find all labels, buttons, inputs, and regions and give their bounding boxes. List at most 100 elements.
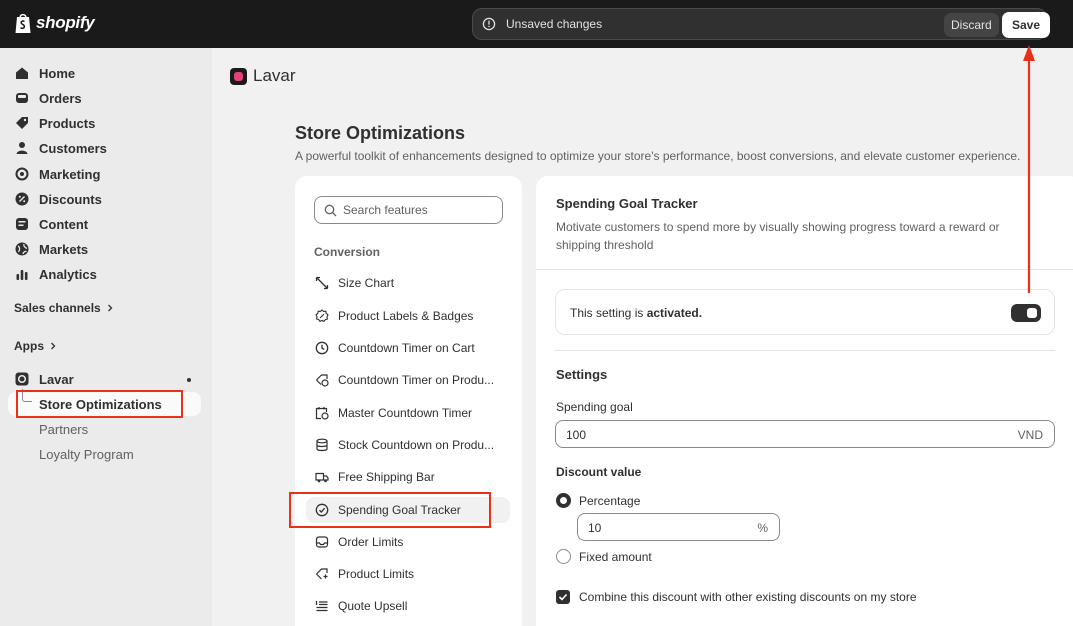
unsaved-changes-text: Unsaved changes [506,17,603,31]
sidebar-item-label: Marketing [39,166,101,182]
content-icon [16,218,28,230]
sidebar-item-markets[interactable]: Markets [14,238,88,260]
tag-clock-icon [316,374,329,387]
spending-goal-label: Spending goal [556,400,633,414]
top-bar: shopify Unsaved changes Discard Save [0,0,1073,48]
feature-free-shipping-bar[interactable]: Free Shipping Bar [306,464,510,490]
activation-prefix: This setting is [570,306,647,320]
chevron-right-icon [51,342,56,350]
sales-channels-label: Sales channels [14,301,101,315]
feature-label: Master Countdown Timer [338,406,473,420]
feature-label: Stock Countdown on Produ... [338,438,495,452]
discard-button[interactable]: Discard [944,13,999,37]
percent-suffix: % [757,521,768,535]
person-icon [16,142,28,154]
feature-label: Countdown Timer on Cart [338,341,475,355]
feature-label: Product Labels & Badges [338,309,474,323]
save-button[interactable]: Save [1002,12,1051,38]
home-icon [16,67,28,79]
search-input[interactable] [343,201,493,219]
highlight-box-store-optimizations [16,390,183,418]
sidebar-item-marketing[interactable]: Marketing [14,163,100,185]
settings-heading: Settings [556,367,608,382]
app-title: Lavar [253,66,296,85]
sidebar-item-label: Products [39,115,96,131]
radio-fixed-amount-label[interactable]: Fixed amount [579,550,652,564]
feature-label: Quote Upsell [338,599,408,613]
feature-label: Free Shipping Bar [338,470,435,484]
spending-goal-input[interactable]: 100 VND [555,420,1055,448]
sidebar-item-label: Content [39,216,89,232]
pin-indicator-dot [187,378,191,382]
detail-description: Motivate customers to spend more by visu… [556,220,1000,252]
calendar-clock-icon [315,407,329,420]
sidebar-item-content[interactable]: Content [14,213,88,235]
unsaved-changes-bar: Unsaved changes Discard Save [472,8,1051,40]
percentage-input[interactable]: 10 % [577,513,780,541]
sidebar-item-discounts[interactable]: Discounts [14,188,102,210]
sidebar: Home Orders Products Customers Marketing… [0,48,212,626]
feature-label: Countdown Timer on Produ... [338,373,495,387]
search-field[interactable] [314,196,503,224]
alert-circle-icon [482,17,496,31]
badge-icon [315,309,329,323]
shopify-logo[interactable]: shopify [14,12,95,34]
sidebar-item-customers[interactable]: Customers [14,137,107,159]
globe-icon [15,242,29,256]
sidebar-item-label: Discounts [39,191,102,207]
target-icon [15,167,29,181]
tag-icon [16,117,28,129]
sidebar-item-analytics[interactable]: Analytics [14,263,97,285]
radio-percentage[interactable] [556,493,571,508]
search-icon [324,204,337,217]
sidebar-item-products[interactable]: Products [14,112,95,134]
feature-label: Product Limits [338,567,415,581]
feature-size-chart[interactable]: Size Chart [306,270,510,296]
shopify-bag-icon [15,13,31,33]
feature-label: Order Limits [338,535,404,549]
orders-icon [16,93,28,103]
database-icon [316,438,328,452]
sidebar-item-lavar[interactable]: Lavar [14,368,74,390]
feature-master-countdown[interactable]: Master Countdown Timer [306,400,510,426]
page-subtitle: A powerful toolkit of enhancements desig… [295,149,1021,163]
truck-icon [315,472,329,483]
tag-limit-icon [316,568,328,580]
sidebar-item-orders[interactable]: Orders [14,87,82,109]
spending-goal-value: 100 [566,428,587,442]
discount-value-heading: Discount value [556,465,642,479]
sidebar-item-label: Home [39,65,76,81]
features-card: Conversion Size Chart Product Labels & B… [295,176,522,626]
feature-stock-countdown[interactable]: Stock Countdown on Produ... [306,432,510,458]
highlight-box-spending-goal [289,492,491,528]
feature-order-limits[interactable]: Order Limits [306,529,510,555]
sidebar-item-label: Customers [39,140,107,156]
activation-toggle[interactable] [1011,304,1041,322]
group-label-conversion: Conversion [314,245,381,259]
apps-link[interactable]: Apps [14,339,57,353]
feature-countdown-product[interactable]: Countdown Timer on Produ... [306,367,510,393]
bar-chart-icon [16,270,28,280]
clock-icon [315,341,329,355]
feature-product-limits[interactable]: Product Limits [306,561,510,587]
sidebar-subitem-partners[interactable]: Partners [39,422,88,437]
apps-label: Apps [14,339,44,353]
combine-discount-checkbox[interactable] [556,590,570,604]
divider [536,269,1073,270]
feature-quote-upsell[interactable]: Quote Upsell [306,593,510,619]
sidebar-item-label: Analytics [39,266,97,282]
lavar-app-icon [15,372,29,386]
inbox-icon [315,536,329,548]
sidebar-item-home[interactable]: Home [14,62,75,84]
radio-percentage-label[interactable]: Percentage [579,494,640,508]
radio-fixed-amount[interactable] [556,549,571,564]
chevron-right-icon [107,304,113,312]
feature-countdown-cart[interactable]: Countdown Timer on Cart [306,335,510,361]
sidebar-item-label: Orders [39,90,82,106]
combine-discount-label[interactable]: Combine this discount with other existin… [579,590,917,604]
brand-name: shopify [36,13,95,32]
sidebar-subitem-loyalty-program[interactable]: Loyalty Program [39,447,134,462]
app-header: Lavar [230,66,296,86]
feature-product-labels[interactable]: Product Labels & Badges [306,303,510,329]
sales-channels-link[interactable]: Sales channels [14,301,114,315]
